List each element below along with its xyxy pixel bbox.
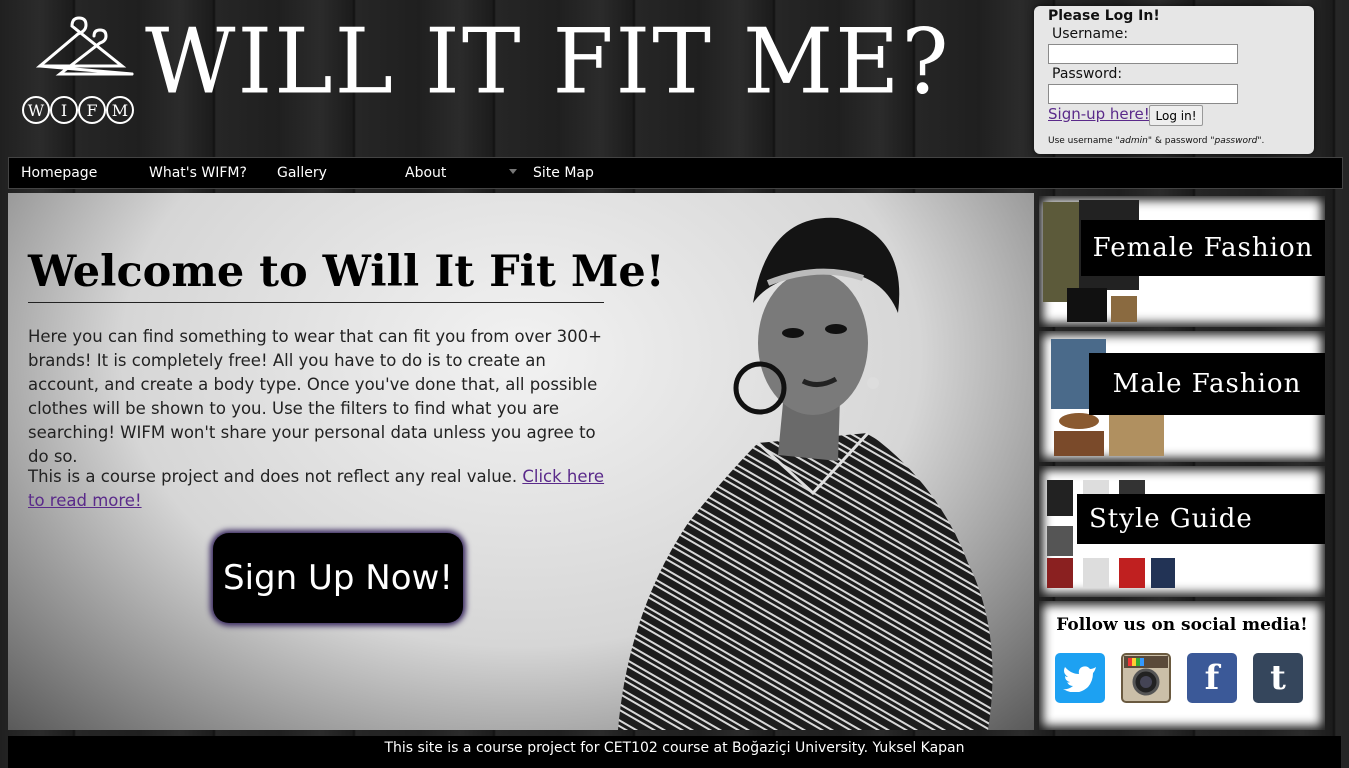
nav-item-whats-wifm[interactable]: What's WIFM?: [149, 165, 247, 181]
logo-letter: F: [86, 101, 97, 120]
facebook-icon[interactable]: f: [1187, 653, 1237, 703]
style-guide-card[interactable]: Style Guide: [1039, 466, 1325, 597]
nav-item-site-map[interactable]: Site Map: [533, 165, 594, 181]
logo-letter: I: [61, 101, 67, 120]
page-title: Welcome to Will It Fit Me!: [28, 247, 665, 297]
password-label: Password:: [1052, 66, 1123, 82]
social-media-card: Follow us on social media! f t: [1039, 601, 1325, 730]
username-field[interactable]: [1048, 44, 1238, 64]
model-photo: [618, 217, 993, 730]
site-title: WILL IT FIT ME?: [145, 8, 951, 115]
intro-text: Here you can find something to wear that…: [28, 327, 602, 466]
login-box: Please Log In! Username: Password: Sign-…: [1034, 6, 1314, 154]
female-fashion-label: Female Fashion: [1081, 220, 1325, 276]
sign-up-now-button[interactable]: Sign Up Now!: [213, 533, 463, 623]
site-header: W I F M WILL IT FIT ME? Please Log In! U…: [0, 0, 1349, 155]
username-label: Username:: [1052, 26, 1129, 42]
main-content: Welcome to Will It Fit Me! Here you can …: [8, 193, 1034, 730]
twitter-icon[interactable]: [1055, 653, 1105, 703]
login-title: Please Log In!: [1048, 8, 1160, 24]
nav-item-homepage[interactable]: Homepage: [21, 165, 97, 181]
style-guide-label: Style Guide: [1077, 494, 1325, 544]
signup-link[interactable]: Sign-up here!: [1048, 105, 1150, 123]
title-divider: [28, 302, 604, 303]
course-note: This is a course project and does not re…: [28, 467, 605, 510]
login-button[interactable]: Log in!: [1149, 105, 1203, 126]
male-fashion-label: Male Fashion: [1089, 353, 1325, 415]
dropdown-caret-icon[interactable]: [509, 169, 517, 174]
password-field[interactable]: [1048, 84, 1238, 104]
logo-letter: M: [112, 101, 128, 120]
nav-item-gallery[interactable]: Gallery: [277, 165, 327, 181]
social-title: Follow us on social media!: [1056, 615, 1308, 635]
hanger-logo-icon[interactable]: W I F M: [20, 14, 138, 129]
logo-letter: W: [28, 101, 45, 120]
tumblr-icon[interactable]: t: [1253, 653, 1303, 703]
main-nav: Homepage What's WIFM? Gallery About Site…: [8, 157, 1343, 189]
nav-item-about[interactable]: About: [405, 165, 446, 181]
login-hint: Use username "admin" & password "passwor…: [1048, 136, 1265, 146]
male-fashion-card[interactable]: Male Fashion: [1039, 331, 1325, 462]
female-fashion-card[interactable]: Female Fashion: [1039, 196, 1325, 327]
instagram-icon[interactable]: [1121, 653, 1171, 703]
site-footer: This site is a course project for CET102…: [8, 736, 1341, 768]
